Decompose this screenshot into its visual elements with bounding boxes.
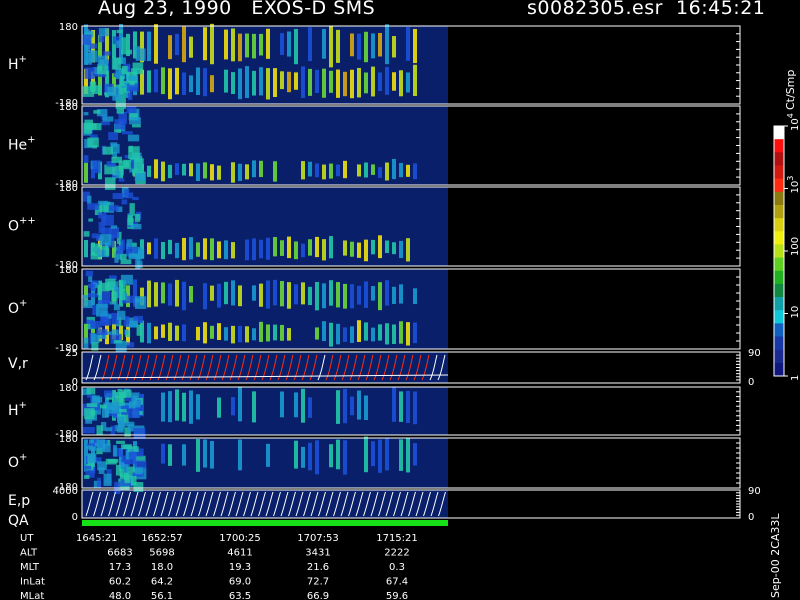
qa-bar [82,520,448,526]
xaxis-value: 21.6 [307,562,329,573]
xaxis-row-label-inlat: InLat [20,577,45,588]
ytick-top-v_r: 25 [65,348,78,359]
xaxis-value: 48.0 [109,591,131,600]
xaxis-value: 17.3 [109,562,131,573]
xaxis-value: 56.1 [151,591,173,600]
xaxis-value: 0.3 [389,562,405,573]
xaxis-row-label-mlt: MLT [20,562,40,573]
xaxis-value: 19.3 [229,562,251,573]
colorbar-tick: 103 [786,176,800,194]
xaxis-value: 5698 [149,548,174,559]
ytick-top-e_p: 4000 [53,486,78,497]
plot-area: 180-180H+180-180He+180-180O++180-180O+25… [8,22,800,600]
xaxis-value: 72.7 [307,577,329,588]
colorbar-tick: 1 [790,375,800,381]
colorbar: 1 10 100 103 104 [773,113,800,381]
xaxis-value: 69.0 [229,577,251,588]
xaxis-value: 6683 [107,548,132,559]
panel-label-e_p: E,p [8,493,30,509]
right-tick-bottom-v_r: 0 [748,377,754,388]
xaxis-value: 1715:21 [376,533,418,544]
xaxis-value: 18.0 [151,562,173,573]
xaxis-row-label-alt: ALT [20,548,38,559]
colorbar-tick: 104 [786,113,800,131]
ytick-top-he_plus: 180 [59,102,78,113]
xaxis-value: 1645:21 [76,533,118,544]
ytick-bottom-e_p: 0 [72,512,78,523]
xaxis-value: 3431 [305,548,330,559]
footer-note: Sep-00 2CA33L [769,513,782,598]
xaxis-value: 60.2 [109,577,131,588]
xaxis-row-label-mlat: MLat [20,591,44,600]
xaxis-value: 4611 [227,548,252,559]
ytick-top-h_plus_1: 180 [59,22,78,33]
right-tick-bottom-e_p: 0 [748,512,754,523]
panel-label-o_plus_1: O+ [8,298,27,317]
panel-label-h_plus_1: H+ [8,54,27,73]
ytick-top-o_plus_2: 180 [59,434,78,445]
xaxis-row-label-ut: UT [20,533,34,544]
ytick-top-o_plus_1: 180 [59,265,78,276]
xaxis-value: 1707:53 [297,533,339,544]
xaxis-value: 1652:57 [141,533,183,544]
panel-background-v_r [82,352,448,383]
panel-label-o_plus_plus: O++ [8,216,36,235]
panel-label-he_plus: He+ [8,135,36,154]
xaxis-value: 64.2 [151,577,173,588]
xaxis-value: 2222 [384,548,409,559]
xaxis-value: 67.4 [386,577,408,588]
colorbar-tick: 10 [790,306,800,319]
xaxis-value: 1700:25 [219,533,261,544]
xaxis-value: 66.9 [307,591,329,600]
ytick-top-o_plus_plus: 180 [59,183,78,194]
colorbar-tick: 100 [790,237,800,256]
xaxis-value: 63.5 [229,591,251,600]
ytick-top-h_plus_2: 180 [59,383,78,394]
right-tick-top-v_r: 90 [748,348,761,359]
xaxis-value: 59.6 [386,591,408,600]
colorbar-label: Ct/Smp [784,69,797,110]
panel-label-qa: QA [8,513,29,529]
panel-label-h_plus_2: H+ [8,400,27,419]
panel-label-o_plus_2: O+ [8,452,27,471]
panel-label-v_r: V,r [8,356,28,372]
right-tick-top-e_p: 90 [748,486,761,497]
